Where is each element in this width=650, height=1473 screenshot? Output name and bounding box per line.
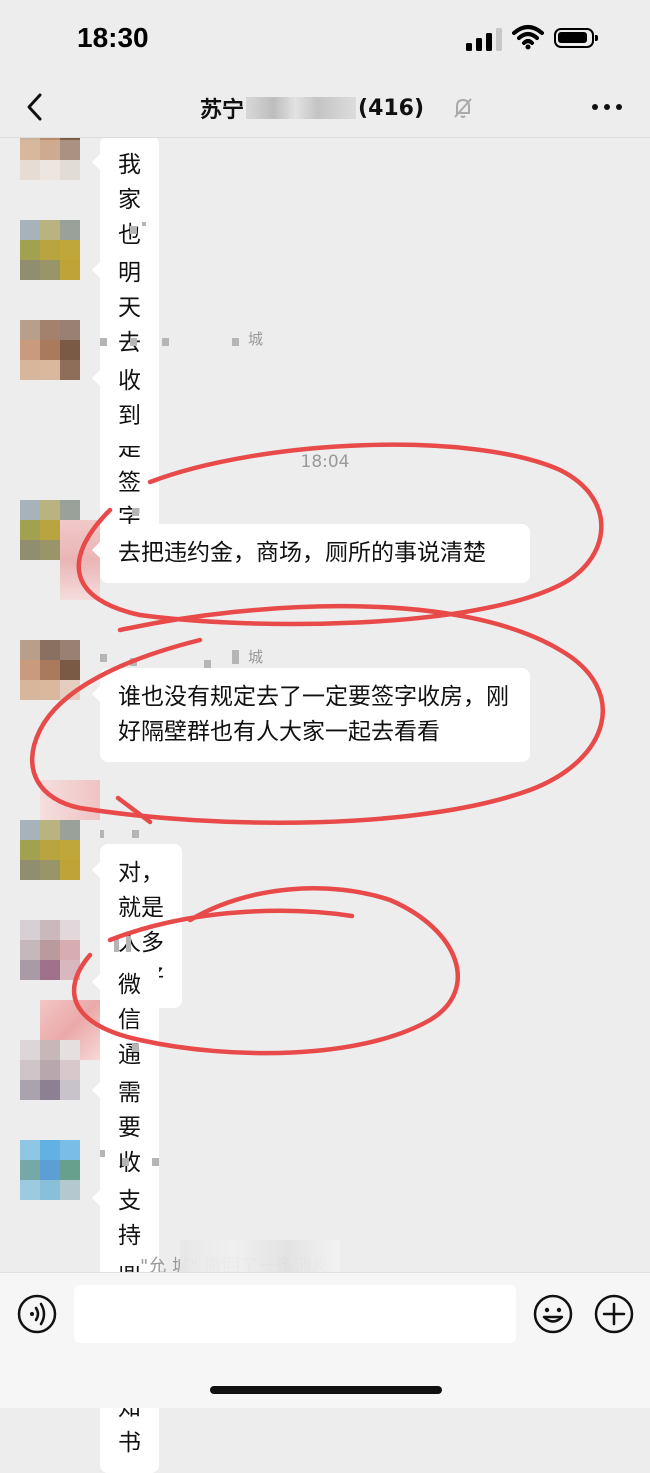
emoji-icon[interactable]	[532, 1293, 574, 1335]
message-bubble[interactable]: 谁也没有规定去了一定要签字收房，刚好隔壁群也有人大家一起去看看	[92, 668, 530, 762]
sender-name-suffix: 城	[248, 330, 264, 348]
avatar[interactable]	[20, 1040, 80, 1120]
battery-icon	[554, 28, 598, 48]
message-input[interactable]	[74, 1285, 516, 1343]
back-icon[interactable]	[22, 92, 48, 122]
mosaic-block	[40, 780, 100, 820]
chat-title-prefix: 苏宁	[200, 98, 245, 123]
mute-icon	[454, 98, 472, 118]
chat-timestamp: 18:04	[300, 452, 350, 472]
voice-icon[interactable]	[16, 1293, 58, 1335]
annotation-stroke	[115, 795, 153, 825]
plus-icon[interactable]	[593, 1293, 635, 1335]
member-count: (416)	[358, 95, 425, 121]
status-time: 18:30	[77, 22, 149, 53]
home-indicator[interactable]	[210, 1386, 442, 1394]
message-bubble[interactable]: 去把违约金，商场，厕所的事说清楚	[92, 524, 530, 583]
status-bar: 18:30	[0, 0, 650, 80]
avatar[interactable]	[20, 220, 80, 300]
chat-title-mosaic	[246, 97, 357, 119]
more-icon[interactable]	[592, 104, 624, 112]
avatar[interactable]	[20, 320, 80, 400]
avatar[interactable]	[20, 640, 80, 720]
avatar[interactable]	[20, 820, 80, 900]
cellular-signal-icon	[466, 27, 504, 51]
avatar[interactable]	[20, 1140, 80, 1220]
mosaic-block	[60, 520, 100, 600]
chat-title[interactable]: 苏宁 (416)	[200, 91, 424, 125]
message-bubble[interactable]: 收到	[92, 352, 159, 446]
chat-header: 苏宁 (416)	[0, 80, 650, 138]
avatar[interactable]	[20, 920, 80, 1000]
wifi-icon	[512, 25, 544, 50]
sender-name-suffix: 城	[248, 648, 264, 666]
